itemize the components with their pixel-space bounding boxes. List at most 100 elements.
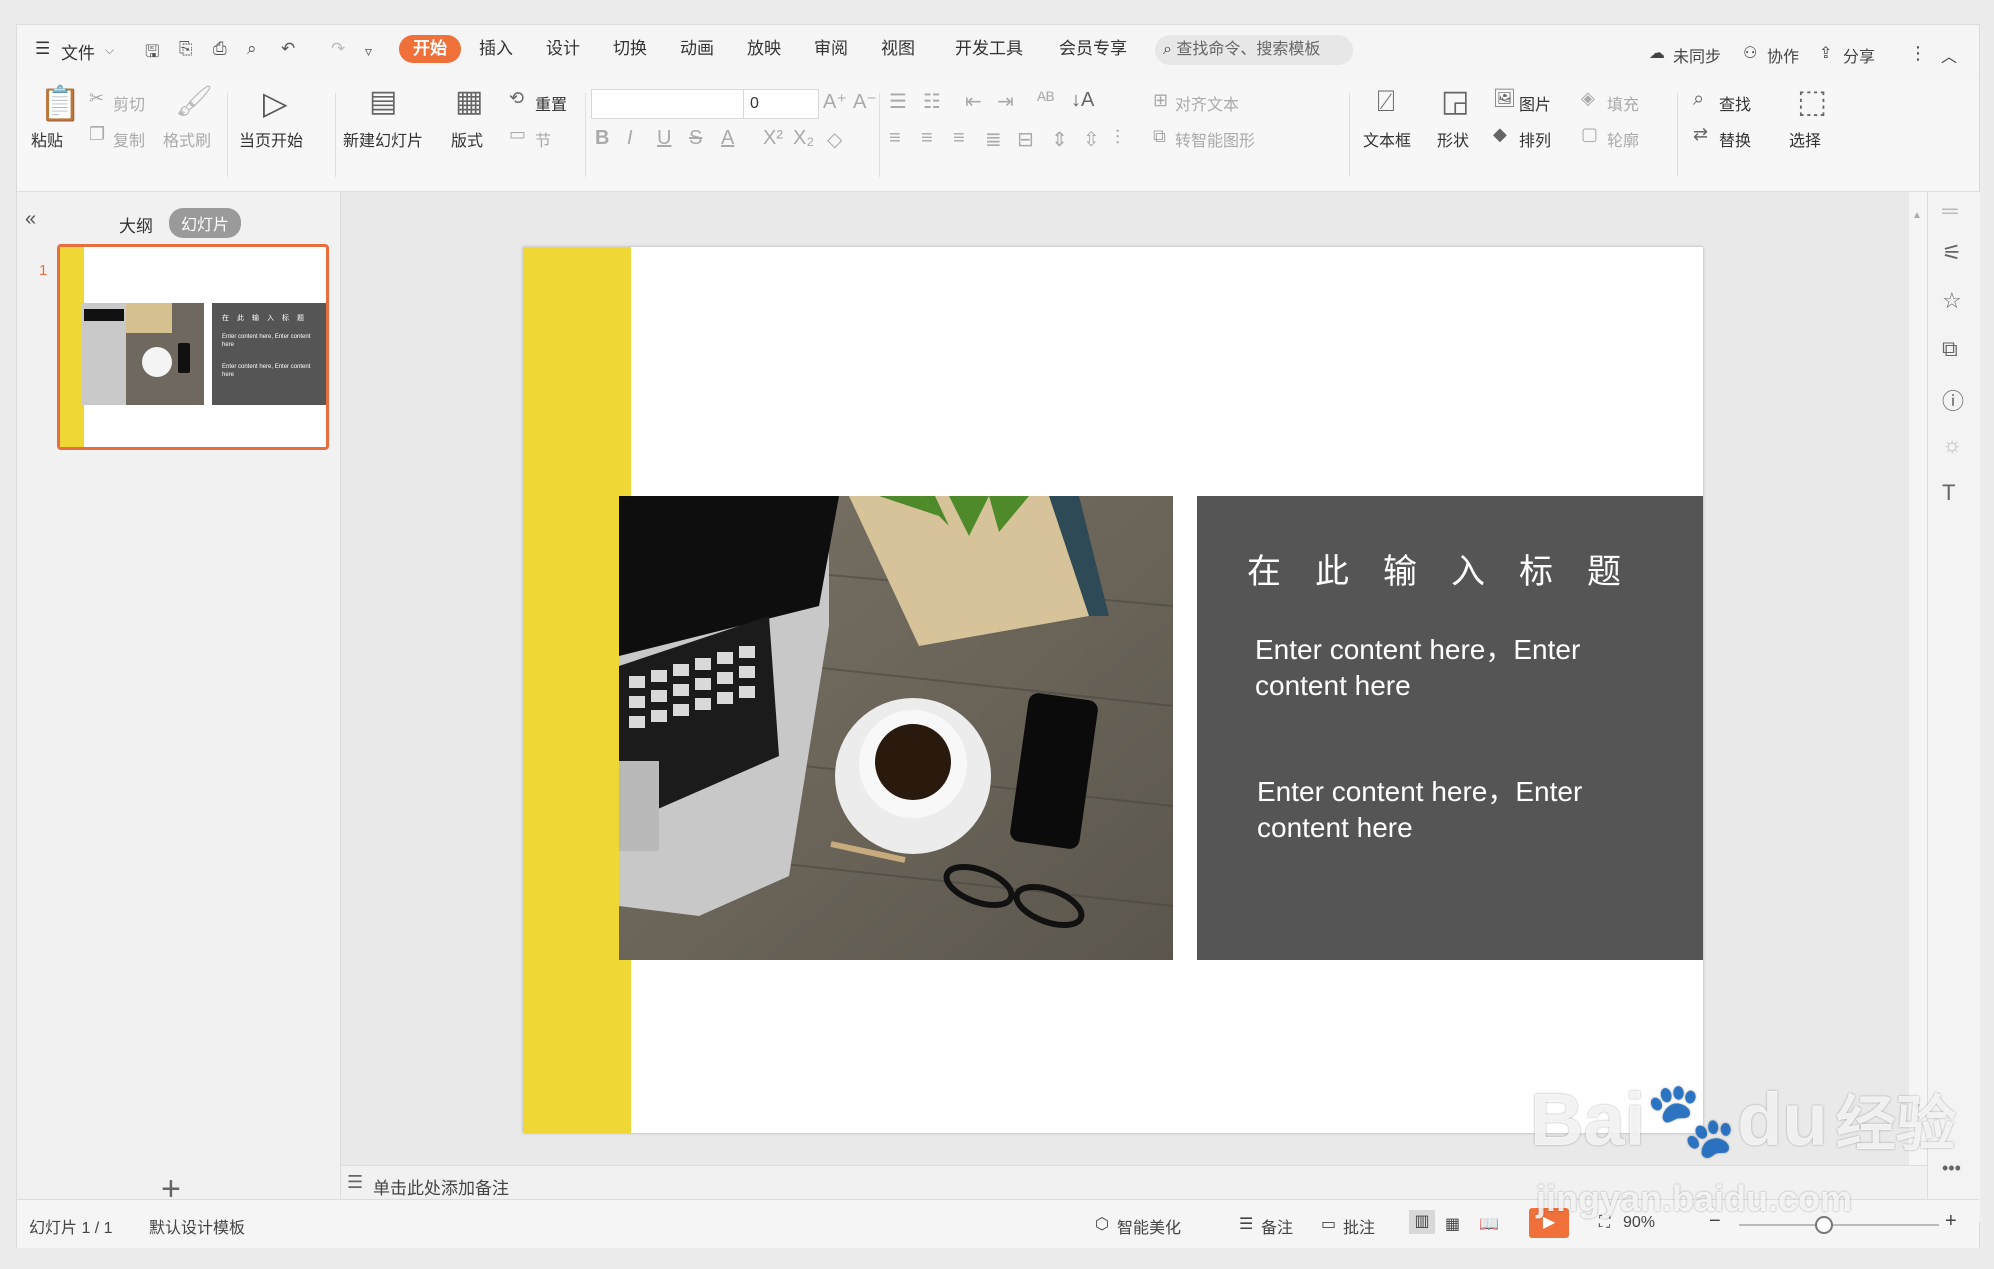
paste-button[interactable]: 粘贴 xyxy=(31,127,63,151)
tab-developer[interactable]: 开发工具 xyxy=(949,35,1029,63)
font-size-input[interactable]: 0 xyxy=(743,89,819,119)
justify-icon[interactable]: ≣ xyxy=(985,127,1002,152)
new-slide-button[interactable]: 新建幻灯片 xyxy=(343,127,423,151)
align-right-icon[interactable]: ≡ xyxy=(953,127,965,150)
bold-icon[interactable]: B xyxy=(595,127,609,150)
scroll-up-icon[interactable]: ▲ xyxy=(1912,210,1922,221)
command-search[interactable]: ⌕ 查找命令、搜索模板 xyxy=(1155,35,1353,65)
align-text-button[interactable]: 对齐文本 xyxy=(1175,91,1239,115)
export-icon[interactable]: ⎘ xyxy=(179,39,193,59)
share-button[interactable]: 分享 xyxy=(1843,43,1875,67)
grid-view-icon[interactable]: ▦ xyxy=(1445,1214,1460,1234)
tab-slideshow[interactable]: 放映 xyxy=(741,35,787,63)
decrease-indent-icon[interactable]: ⇤ xyxy=(965,89,982,114)
tab-home[interactable]: 开始 xyxy=(399,35,461,63)
align-left-icon[interactable]: ≡ xyxy=(889,127,901,150)
underline-icon[interactable]: U xyxy=(657,127,671,150)
shape-button[interactable]: 形状 xyxy=(1437,127,1469,151)
smart-art-button[interactable]: 转智能图形 xyxy=(1175,127,1255,151)
help-icon[interactable]: ⓘ xyxy=(1942,384,1964,416)
shrink-font-icon[interactable]: A⁻ xyxy=(853,89,877,114)
sort-icon[interactable]: ↓A xyxy=(1071,89,1094,112)
slide-title[interactable]: 在此输入标题 xyxy=(1247,544,1655,593)
sync-status[interactable]: 未同步 xyxy=(1673,43,1721,67)
vertical-scrollbar[interactable]: ▲ ▼ xyxy=(1909,202,1922,1172)
grow-font-icon[interactable]: A⁺ xyxy=(823,89,847,114)
format-painter-button[interactable]: 格式刷 xyxy=(163,127,211,151)
arrange-button[interactable]: 排列 xyxy=(1519,127,1551,151)
reading-view-icon[interactable]: 📖 xyxy=(1479,1214,1499,1234)
more-icon[interactable]: ⋮ xyxy=(1909,43,1927,64)
undo-icon[interactable]: ↶ xyxy=(281,39,295,59)
content-text-1[interactable]: Enter content here，Enter content here xyxy=(1255,632,1655,704)
layout-button[interactable]: 版式 xyxy=(451,127,483,151)
slide[interactable]: 在此输入标题 Enter content here，Enter content … xyxy=(523,247,1703,1133)
customize-icon[interactable]: ▿ xyxy=(365,43,372,60)
print-icon[interactable]: ⎙ xyxy=(213,39,227,59)
para-spacing-icon[interactable]: ⇳ xyxy=(1083,127,1100,152)
notes-placeholder[interactable]: 单击此处添加备注 xyxy=(373,1174,509,1199)
font-color-icon[interactable]: A xyxy=(721,127,734,150)
tab-outline[interactable]: 大纲 xyxy=(119,212,153,237)
properties-icon[interactable]: ⚟ xyxy=(1942,240,1962,266)
cut-button[interactable]: 剪切 xyxy=(113,91,145,115)
fill-button[interactable]: 填充 xyxy=(1607,91,1639,115)
select-button[interactable]: 选择 xyxy=(1789,127,1821,151)
distribute-icon[interactable]: ⊟ xyxy=(1017,127,1034,152)
clear-format-icon[interactable]: ◇ xyxy=(827,127,842,152)
textbox-button[interactable]: 文本框 xyxy=(1363,127,1411,151)
save-icon[interactable]: 🖫 xyxy=(145,39,159,68)
preview-icon[interactable]: ⌕ xyxy=(247,39,257,59)
notes-toggle-button[interactable]: 备注 xyxy=(1261,1214,1293,1238)
line-spacing-icon[interactable]: ⇕ xyxy=(1051,127,1068,152)
bullet-list-icon[interactable]: ☰ xyxy=(889,89,907,114)
star-icon[interactable]: ☆ xyxy=(1942,288,1962,314)
normal-view-icon[interactable]: ▥ xyxy=(1409,1210,1435,1234)
text-icon[interactable]: T xyxy=(1942,480,1955,506)
replace-button[interactable]: 替换 xyxy=(1719,127,1751,151)
slide-thumbnail[interactable]: 在此输入标题 Enter content here, Enter content… xyxy=(57,244,329,450)
file-menu[interactable]: 文件 xyxy=(61,39,95,64)
collab-button[interactable]: 协作 xyxy=(1767,43,1799,67)
tab-slides[interactable]: 幻灯片 xyxy=(169,208,242,238)
align-center-icon[interactable]: ≡ xyxy=(921,127,933,150)
tab-animation[interactable]: 动画 xyxy=(674,35,720,63)
chevron-down-icon[interactable]: ⌵ xyxy=(105,43,114,58)
italic-icon[interactable]: I xyxy=(627,127,633,150)
play-current-button[interactable]: 当页开始 xyxy=(239,127,303,151)
section-button[interactable]: 节 xyxy=(535,127,551,151)
content-panel[interactable]: 在此输入标题 Enter content here，Enter content … xyxy=(1197,496,1703,960)
template-name[interactable]: 默认设计模板 xyxy=(149,1214,245,1238)
paste-icon[interactable]: 📋 xyxy=(39,87,81,121)
tab-transition[interactable]: 切换 xyxy=(607,35,653,63)
slides-icon[interactable]: ⧉ xyxy=(1942,336,1958,362)
text-direction-icon[interactable]: ᴬᴮ xyxy=(1037,89,1054,112)
copy-button[interactable]: 复制 xyxy=(113,127,145,151)
tab-insert[interactable]: 插入 xyxy=(473,35,519,63)
outline-button[interactable]: 轮廓 xyxy=(1607,127,1639,151)
number-list-icon[interactable]: ☷ xyxy=(923,89,941,114)
zoom-in-icon[interactable]: + xyxy=(1945,1210,1957,1233)
columns-icon[interactable]: ⫶ xyxy=(1115,127,1120,150)
redo-icon[interactable]: ↷ xyxy=(331,39,345,59)
content-text-2[interactable]: Enter content here，Enter content here xyxy=(1257,774,1657,846)
collapse-ribbon-icon[interactable]: ︿ xyxy=(1941,43,1957,67)
idea-icon[interactable]: ☼ xyxy=(1942,432,1962,458)
picture-button[interactable]: 图片 xyxy=(1519,91,1551,115)
tab-design[interactable]: 设计 xyxy=(540,35,586,63)
increase-indent-icon[interactable]: ⇥ xyxy=(997,89,1014,114)
desk-photo[interactable] xyxy=(619,496,1173,960)
tab-view[interactable]: 视图 xyxy=(875,35,921,63)
font-name-input[interactable] xyxy=(591,89,745,119)
collapse-panel-icon[interactable]: « xyxy=(25,208,36,231)
find-button[interactable]: 查找 xyxy=(1719,91,1751,115)
hamburger-icon[interactable]: ☰ xyxy=(35,39,50,59)
superscript-icon[interactable]: X² xyxy=(763,127,783,150)
comments-button[interactable]: 批注 xyxy=(1343,1214,1375,1238)
reset-button[interactable]: 重置 xyxy=(535,91,567,115)
strikethrough-icon[interactable]: S xyxy=(689,127,702,150)
beautify-button[interactable]: 智能美化 xyxy=(1117,1214,1181,1238)
zoom-slider[interactable] xyxy=(1739,1216,1939,1234)
tab-member[interactable]: 会员专享 xyxy=(1053,35,1133,63)
subscript-icon[interactable]: X₂ xyxy=(793,127,814,150)
